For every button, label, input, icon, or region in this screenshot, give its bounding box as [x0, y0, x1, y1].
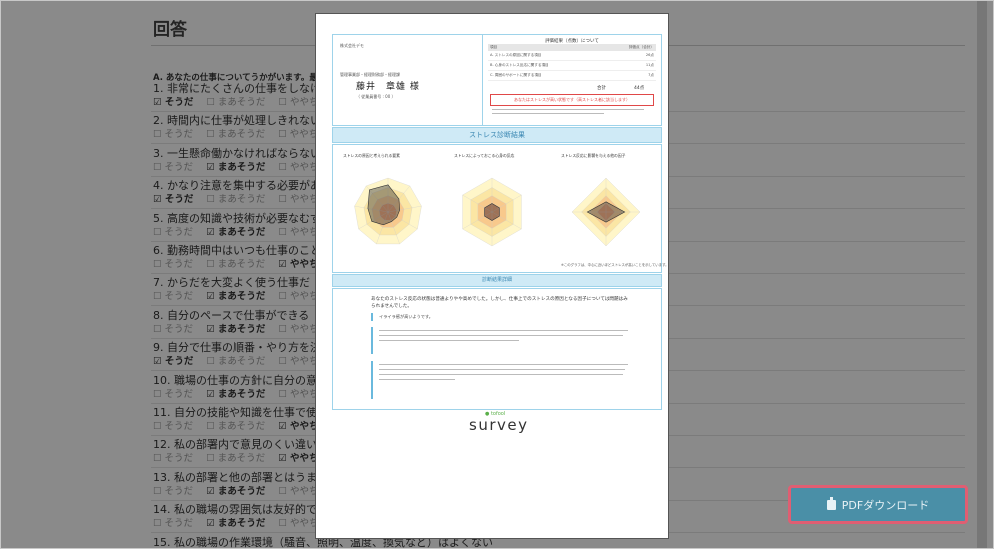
pdf-download-button[interactable]: PDFダウンロード [788, 485, 968, 524]
detail-point-text: イライラ感が高いようです。 [379, 314, 433, 319]
radar-chart-reactions [462, 177, 522, 247]
survey-logo: survey [469, 416, 529, 434]
high-stress-warning: あなたはストレスが高い状態です（高ストレス者に該当します） [490, 94, 654, 106]
company-name: 株式会社デモ [340, 43, 364, 48]
employee-number: （ 従業員番号 : 00 ） [356, 94, 396, 99]
radar-chart-factors [571, 177, 641, 247]
detail-paragraph-2 [371, 361, 633, 399]
eval-row-value: 11点 [602, 60, 656, 71]
eval-row-value: 26点 [602, 51, 656, 61]
detail-intro-text: あなたのストレス反応の状態は普通よりやや高めでした。しかし、仕事上でのストレスの… [371, 297, 628, 309]
chart-note: ※このグラフは、中心に近いほどストレスが高いことを示しています。 [561, 263, 669, 267]
eval-header-item: 項目 [488, 44, 603, 51]
eval-row-label: A. ストレスの原因に関する項目 [488, 51, 603, 61]
pdf-download-label: PDFダウンロード [841, 498, 930, 512]
total-label: 合計 [597, 86, 606, 91]
chart-title-reactions: ストレスによっておこる心身の反応 [454, 153, 515, 158]
employee-name: 藤井 章雄 様 [356, 82, 420, 92]
detail-point: イライラ感が高いようです。 [371, 313, 633, 321]
table-row: C. 周囲のサポートに関する項目 7点 [488, 70, 656, 81]
department-name: 管理事業部・経理財務部・経理課 [340, 72, 400, 77]
eval-header-score: 評価点（合計） [602, 44, 656, 51]
notes-text [492, 109, 652, 119]
eval-row-label: C. 周囲のサポートに関する項目 [488, 70, 603, 81]
file-icon [826, 496, 836, 510]
detail-intro: あなたのストレス反応の状態は普通よりやや高めでした。しかし、仕事上でのストレスの… [371, 297, 631, 310]
chart-title-causes: ストレスの原因と考えられる要素 [343, 153, 400, 158]
detail-header: 診断結果詳細 [332, 274, 662, 287]
radar-chart-causes [354, 177, 422, 245]
header-divider [482, 35, 483, 125]
table-row: B. 心身のストレス反応に関する項目 11点 [488, 60, 656, 71]
eval-row-value: 7点 [602, 70, 656, 81]
diagnosis-header: ストレス診断結果 [332, 127, 662, 143]
eval-table: 項目 評価点（合計） A. ストレスの原因に関する項目 26点 B. 心身のスト… [488, 44, 656, 81]
table-row: A. ストレスの原因に関する項目 26点 [488, 51, 656, 61]
eval-row-label: B. 心身のストレス反応に関する項目 [488, 60, 603, 71]
chart-title-factors: ストレス反応に影響を与える他の因子 [561, 153, 626, 158]
total-value: 44点 [634, 86, 645, 91]
screen-frame: 回答 A. あなたの仕事についてうかがいます。最もあ 1. 非常にたくさんの仕事… [0, 0, 994, 549]
detail-paragraph-1 [371, 327, 633, 354]
